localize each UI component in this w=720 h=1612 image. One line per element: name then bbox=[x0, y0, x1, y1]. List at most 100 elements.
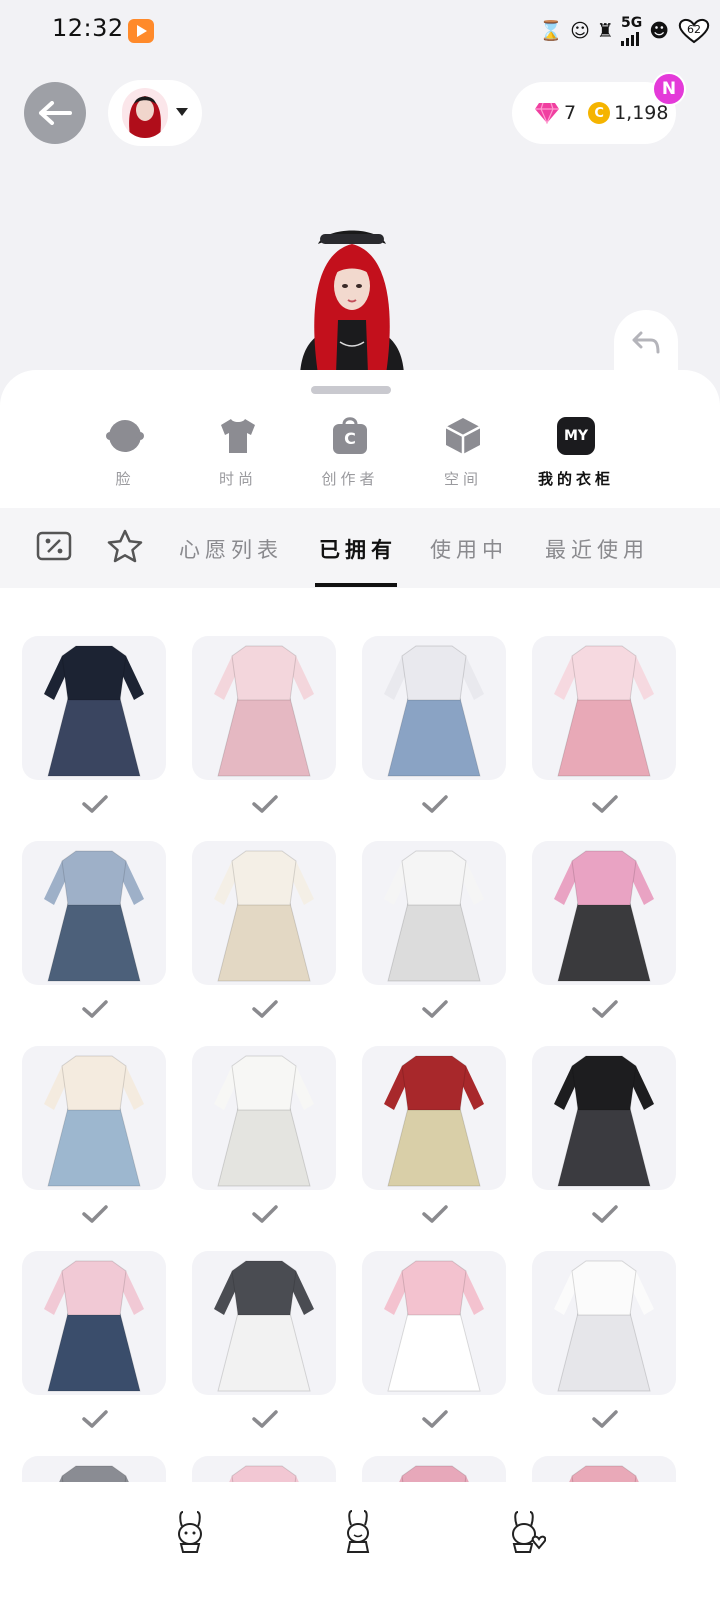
outfit-item-cream-top-blue-ruffle[interactable] bbox=[22, 1046, 166, 1190]
bunny-sticker-icon[interactable] bbox=[170, 1508, 210, 1554]
face-icon bbox=[105, 416, 145, 456]
category-label: 空间 bbox=[443, 470, 482, 488]
creator-bag-icon: C bbox=[330, 416, 370, 456]
outfit-thumbnail bbox=[214, 1260, 314, 1392]
owned-check-icon bbox=[251, 794, 279, 814]
bunny-wave-icon[interactable] bbox=[338, 1508, 378, 1554]
outfit-thumbnail bbox=[384, 850, 484, 982]
hourglass-icon: ⌛ bbox=[539, 20, 564, 42]
owned-check-icon bbox=[591, 1204, 619, 1224]
undo-icon bbox=[632, 331, 660, 354]
category-label: 创作者 bbox=[321, 470, 379, 488]
outfit-item-cherry-blossom-set[interactable] bbox=[532, 636, 676, 780]
outfit-item-pink-draped-dress[interactable] bbox=[192, 636, 336, 780]
category-label: 我的衣柜 bbox=[537, 470, 614, 488]
my-closet-icon: MY bbox=[556, 416, 596, 456]
bunny-heart-icon[interactable] bbox=[506, 1508, 547, 1554]
outfit-thumbnail bbox=[214, 645, 314, 777]
sheet-drag-handle[interactable] bbox=[311, 386, 391, 394]
category-label: 脸 bbox=[115, 470, 135, 488]
notification-icon: ♜ bbox=[596, 20, 614, 42]
outfit-thumbnail bbox=[44, 1055, 144, 1187]
tshirt-icon bbox=[218, 416, 258, 456]
outfit-item-white-lace-gown[interactable] bbox=[192, 841, 336, 985]
outfit-item-striped-knit-top[interactable] bbox=[362, 1251, 506, 1395]
owned-check-icon bbox=[81, 1204, 109, 1224]
tab-wishlist[interactable]: 心愿列表 bbox=[179, 534, 283, 564]
battery-level: 62 bbox=[687, 23, 701, 36]
outfit-item-red-embroidered-set[interactable] bbox=[362, 1046, 506, 1190]
owned-check-icon bbox=[421, 794, 449, 814]
category-fashion[interactable]: 时尚 bbox=[188, 416, 288, 489]
outfit-item-tie-top-denim-skirt[interactable] bbox=[22, 1251, 166, 1395]
category-my-closet[interactable]: MY 我的衣柜 bbox=[526, 416, 626, 489]
battery-icon: 62 bbox=[676, 18, 712, 44]
new-badge[interactable]: N bbox=[652, 72, 686, 106]
outfit-item-white-top-flare-jeans[interactable] bbox=[362, 636, 506, 780]
tab-in-use[interactable]: 使用中 bbox=[430, 534, 508, 564]
discount-filter-button[interactable] bbox=[36, 530, 72, 562]
owned-check-icon bbox=[591, 1409, 619, 1429]
back-button[interactable] bbox=[24, 82, 86, 144]
creator-glyph: C bbox=[344, 429, 356, 448]
gem-icon bbox=[535, 102, 559, 124]
avatar-selector[interactable] bbox=[108, 80, 202, 146]
character-preview[interactable] bbox=[296, 224, 408, 374]
owned-check-icon bbox=[251, 1409, 279, 1429]
active-tab-indicator bbox=[315, 583, 397, 587]
outfit-thumbnail bbox=[554, 1055, 654, 1187]
owned-check-icon bbox=[81, 794, 109, 814]
outfit-item-white-wrap-dress[interactable] bbox=[192, 1046, 336, 1190]
tab-recent[interactable]: 最近使用 bbox=[545, 534, 649, 564]
coin-count: 1,198 bbox=[614, 102, 669, 124]
owned-check-icon bbox=[421, 1409, 449, 1429]
owned-check-icon bbox=[251, 1204, 279, 1224]
outfit-thumbnail bbox=[554, 645, 654, 777]
star-icon bbox=[107, 529, 143, 563]
owned-check-icon bbox=[251, 999, 279, 1019]
owned-check-icon bbox=[421, 1204, 449, 1224]
outfit-thumbnail bbox=[554, 850, 654, 982]
category-creator[interactable]: C 创作者 bbox=[300, 416, 400, 489]
coin-icon: C bbox=[588, 102, 611, 124]
outfit-item-school-vest-set[interactable] bbox=[192, 1251, 336, 1395]
outfit-item-denim-crop-set[interactable] bbox=[22, 841, 166, 985]
outfit-thumbnail bbox=[214, 850, 314, 982]
outfit-item-white-satin-slip[interactable] bbox=[532, 1251, 676, 1395]
outfit-thumbnail bbox=[384, 1055, 484, 1187]
avatar bbox=[122, 88, 168, 138]
owned-check-icon bbox=[81, 1409, 109, 1429]
bunny-status-icon: ☺ bbox=[570, 20, 590, 42]
outfit-thumbnail bbox=[384, 645, 484, 777]
outfit-thumbnail bbox=[384, 1260, 484, 1392]
outfit-thumbnail bbox=[214, 1055, 314, 1187]
tab-owned[interactable]: 已拥有 bbox=[319, 534, 397, 564]
outfit-thumbnail bbox=[44, 850, 144, 982]
outfit-item-white-bubble-dress[interactable] bbox=[362, 841, 506, 985]
category-face[interactable]: 脸 bbox=[75, 416, 175, 489]
coupon-icon bbox=[36, 531, 72, 561]
outfit-thumbnail bbox=[44, 1260, 144, 1392]
gem-count: 7 bbox=[564, 102, 577, 124]
signal-icon: 5G bbox=[620, 16, 642, 46]
category-label: 时尚 bbox=[218, 470, 257, 488]
owned-check-icon bbox=[81, 999, 109, 1019]
favorites-filter-button[interactable] bbox=[106, 528, 144, 564]
outfit-thumbnail bbox=[554, 1260, 654, 1392]
recording-app-icon bbox=[128, 19, 154, 43]
arrow-left-icon bbox=[39, 101, 72, 125]
space-cube-icon bbox=[443, 416, 483, 456]
owned-check-icon bbox=[591, 794, 619, 814]
outfit-item-black-satin-mini[interactable] bbox=[532, 1046, 676, 1190]
status-icons: ⌛ ☺ ♜ 5G ☻ 62 bbox=[539, 16, 712, 46]
chevron-down-icon bbox=[176, 108, 188, 116]
my-glyph: MY bbox=[557, 417, 595, 455]
owned-check-icon bbox=[421, 999, 449, 1019]
bunny-face-icon: ☻ bbox=[649, 20, 669, 42]
owned-check-icon bbox=[591, 999, 619, 1019]
category-space[interactable]: 空间 bbox=[413, 416, 513, 489]
outfit-item-dark-starry-gown[interactable] bbox=[22, 636, 166, 780]
outfit-item-pink-top-black-skirt[interactable] bbox=[532, 841, 676, 985]
status-time: 12:32 bbox=[52, 14, 124, 42]
outfit-thumbnail bbox=[44, 645, 144, 777]
